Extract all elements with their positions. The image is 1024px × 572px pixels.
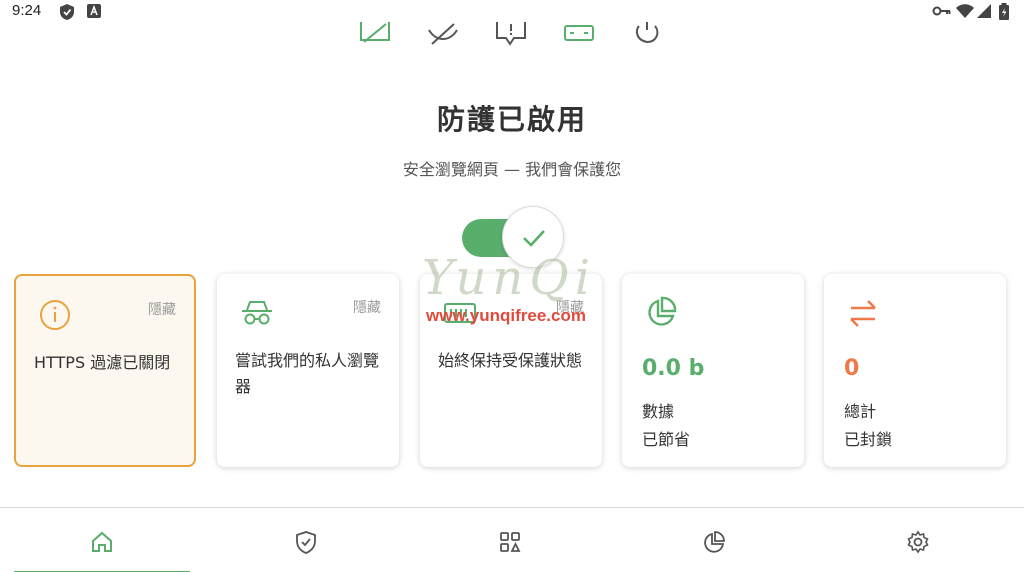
tracker-block-icon[interactable] — [426, 20, 460, 46]
nav-settings[interactable] — [816, 508, 1020, 572]
page-title: 防護已啟用 — [436, 103, 587, 136]
label-line: 總計 — [844, 402, 877, 421]
message-alert-icon[interactable] — [494, 20, 528, 46]
swap-arrows-icon — [846, 296, 880, 334]
bottom-navigation — [0, 507, 1024, 572]
nav-statistics[interactable] — [612, 508, 816, 572]
data-saved-card[interactable]: 0.0 b 數據 已節省 — [622, 274, 804, 467]
label-line: 已節省 — [642, 430, 691, 449]
stats-pie-icon — [704, 531, 725, 553]
info-icon — [38, 298, 72, 336]
keep-awake-icon — [442, 296, 478, 334]
hide-button[interactable]: 隱藏 — [353, 297, 381, 317]
always-protected-card[interactable]: 隱藏 始終保持受保護狀態 — [420, 274, 602, 467]
label-line: 數據 — [642, 402, 675, 421]
ad-block-icon[interactable] — [358, 20, 392, 46]
pie-chart-icon — [644, 296, 678, 334]
private-browser-card[interactable]: 隱藏 嘗試我們的私人瀏覽器 — [217, 274, 399, 467]
wifi-icon — [955, 3, 975, 23]
status-bar: 9:24 — [0, 0, 1024, 22]
total-blocked-label: 總計 已封鎖 — [844, 398, 892, 454]
nav-apps[interactable] — [408, 508, 612, 572]
nav-protection[interactable] — [204, 508, 408, 572]
total-blocked-card[interactable]: 0 總計 已封鎖 — [824, 274, 1006, 467]
shield-status-icon — [58, 3, 76, 25]
card-text: HTTPS 過濾已關閉 — [34, 353, 171, 372]
apps-grid-icon — [500, 532, 521, 552]
battery-icon — [998, 3, 1010, 25]
card-text: 嘗試我們的私人瀏覽器 — [235, 351, 380, 396]
settings-gear-icon — [907, 530, 929, 554]
card-text: 始終保持受保護狀態 — [438, 351, 583, 370]
home-icon — [92, 531, 112, 552]
status-time: 9:24 — [12, 2, 42, 19]
data-saved-value: 0.0 b — [642, 356, 705, 381]
page-subtitle: 安全瀏覽網頁 — 我們會保護您 — [402, 160, 622, 179]
data-saved-label: 數據 已節省 — [642, 398, 690, 454]
refresh-icon[interactable] — [630, 20, 664, 46]
hide-button[interactable]: 隱藏 — [556, 297, 584, 317]
https-filter-card[interactable]: 隱藏 HTTPS 過濾已關閉 — [14, 274, 196, 467]
letter-a-icon — [86, 3, 102, 23]
total-blocked-value: 0 — [844, 356, 860, 381]
nav-home[interactable] — [0, 508, 204, 572]
card-icon[interactable] — [562, 20, 596, 46]
checkmark-icon — [523, 230, 545, 247]
cell-signal-icon — [976, 3, 992, 23]
hide-button[interactable]: 隱藏 — [148, 299, 176, 319]
label-line: 已封鎖 — [844, 430, 893, 449]
toggle-knob[interactable] — [502, 206, 564, 268]
vpn-key-icon — [932, 3, 952, 23]
shield-check-icon — [296, 531, 316, 554]
incognito-icon — [239, 296, 275, 334]
